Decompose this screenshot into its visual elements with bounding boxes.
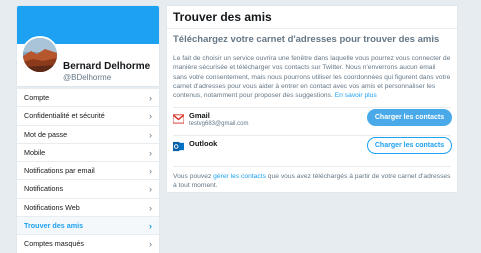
menu-item-password[interactable]: Mot de passe › [17, 124, 159, 143]
provider-email: testvg683@gmail.com [189, 121, 249, 127]
chevron-right-icon: › [149, 221, 152, 232]
profile-name[interactable]: Bernard Delhorme [63, 61, 150, 72]
chevron-right-icon: › [149, 184, 152, 195]
avatar[interactable] [21, 36, 59, 74]
chevron-right-icon: › [149, 166, 152, 177]
menu-item-label: Comptes masqués [24, 239, 84, 249]
find-friends-panel: Trouver des amis Téléchargez votre carne… [166, 5, 458, 193]
description: Le fait de choisir un service ouvrira un… [173, 54, 451, 100]
menu-item-label: Confidentialité et sécurité [24, 111, 105, 121]
menu-item-label: Notifications [24, 184, 64, 194]
menu-item-email-notifications[interactable]: Notifications par email › [17, 161, 159, 179]
menu-item-label: Compte [24, 93, 50, 102]
chevron-right-icon: › [149, 111, 152, 122]
chevron-right-icon: › [149, 129, 152, 140]
outlook-icon [173, 141, 184, 152]
menu-item-label: Mobile [24, 147, 46, 157]
load-outlook-contacts-button[interactable]: Charger les contacts [367, 137, 452, 154]
menu-item-privacy-security[interactable]: Confidentialité et sécurité › [17, 106, 159, 124]
profile-handle: @BDelhorme [63, 73, 112, 82]
menu-item-label: Mot de passe [24, 129, 68, 139]
description-text: Le fait de choisir un service ouvrira un… [173, 55, 451, 100]
menu-item-find-friends[interactable]: Trouver des amis › [17, 216, 159, 235]
provider-row-outlook: Outlook Charger les contacts [173, 135, 452, 157]
load-gmail-contacts-button[interactable]: Charger les contacts [367, 109, 452, 126]
footer-note: Vous pouvez gérer les contacts que vous … [173, 166, 451, 191]
menu-item-mobile[interactable]: Mobile › [17, 142, 159, 161]
section-title: Téléchargez votre carnet d'adresses pour… [173, 34, 440, 45]
learn-more-link[interactable]: En savoir plus [335, 92, 377, 99]
chevron-right-icon: › [149, 202, 152, 213]
provider-name: Gmail [189, 111, 210, 120]
provider-name: Outlook [189, 139, 218, 148]
footer-text: Vous pouvez [173, 173, 214, 180]
provider-row-gmail: Gmail testvg683@gmail.com Charger les co… [173, 107, 452, 129]
menu-item-account[interactable]: Compte › [17, 88, 159, 106]
chevron-right-icon: › [149, 147, 152, 158]
menu-item-notifications[interactable]: Notifications › [17, 179, 159, 197]
menu-item-muted-accounts[interactable]: Comptes masqués › [17, 234, 159, 252]
gmail-icon [173, 114, 184, 124]
chevron-right-icon: › [149, 239, 152, 250]
menu-item-label: Trouver des amis [24, 221, 84, 231]
settings-menu: Compte › Confidentialité et sécurité › Mot… [16, 88, 160, 253]
menu-item-label: Notifications Web [24, 202, 80, 212]
avatar-landscape-image [23, 38, 57, 72]
menu-item-label: Notifications par email [24, 166, 95, 176]
page-title: Trouver des amis [167, 6, 457, 29]
menu-item-web-notifications[interactable]: Notifications Web › [17, 197, 159, 216]
chevron-right-icon: › [149, 93, 152, 103]
profile-card: Bernard Delhorme @BDelhorme [16, 5, 160, 87]
manage-contacts-link[interactable]: gérer les contacts [213, 173, 266, 180]
